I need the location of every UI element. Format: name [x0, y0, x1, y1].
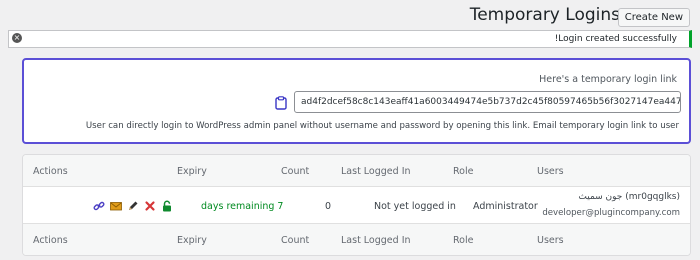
- table-footer: Actions Expiry Count Last Logged In Role…: [23, 223, 690, 255]
- column-footer-actions[interactable]: Actions: [33, 235, 68, 246]
- page-header: Temporary Logins Create New: [0, 0, 700, 30]
- column-footer-expiry[interactable]: Expiry: [177, 235, 207, 246]
- column-footer-last-logged-in[interactable]: Last Logged In: [341, 235, 411, 246]
- expiry-value: days remaining 7: [201, 201, 284, 212]
- dismiss-notice-icon[interactable]: ×: [12, 33, 22, 43]
- column-header-expiry[interactable]: Expiry: [177, 166, 207, 177]
- notice-message: !Login created successfully: [554, 34, 677, 44]
- copy-clipboard-icon[interactable]: [275, 95, 287, 110]
- edit-icon[interactable]: [127, 200, 139, 212]
- success-notice: × !Login created successfully: [8, 30, 692, 48]
- logins-table: Actions Expiry Count Last Logged In Role…: [22, 154, 691, 256]
- column-header-users[interactable]: Users: [537, 166, 564, 177]
- create-new-button[interactable]: Create New: [617, 8, 690, 27]
- table-header: Actions Expiry Count Last Logged In Role…: [23, 155, 690, 187]
- lock-icon[interactable]: [161, 200, 173, 212]
- count-value: 0: [325, 201, 332, 212]
- last-logged-in-value: Not yet logged in: [374, 201, 456, 212]
- delete-icon[interactable]: [144, 200, 156, 212]
- column-footer-role[interactable]: Role: [453, 235, 473, 246]
- user-email: developer@plugincompany.com: [542, 208, 680, 218]
- email-icon[interactable]: [110, 200, 122, 212]
- column-header-actions[interactable]: Actions: [33, 166, 68, 177]
- role-value: Administrator: [473, 201, 538, 212]
- link-panel-title: Here's a temporary login link: [539, 74, 677, 85]
- column-footer-users[interactable]: Users: [537, 235, 564, 246]
- link-description: User can directly login to WordPress adm…: [85, 121, 679, 131]
- user-name: جون سميث (mr0gqglks): [578, 192, 680, 202]
- column-header-role[interactable]: Role: [453, 166, 473, 177]
- column-header-count[interactable]: Count: [281, 166, 309, 177]
- table-row: days remaining 7 0 Not yet logged in Adm…: [23, 187, 690, 225]
- row-actions: [93, 200, 175, 212]
- temporary-link-panel: Here's a temporary login link ad4f2dcef5…: [22, 58, 691, 144]
- link-icon[interactable]: [93, 200, 105, 212]
- column-footer-count[interactable]: Count: [281, 235, 309, 246]
- column-header-last-logged-in[interactable]: Last Logged In: [341, 166, 411, 177]
- login-link-input[interactable]: ad4f2dcef58c8c143eaff41a6003449474e5b737…: [294, 91, 681, 113]
- page-title: Temporary Logins: [469, 5, 620, 25]
